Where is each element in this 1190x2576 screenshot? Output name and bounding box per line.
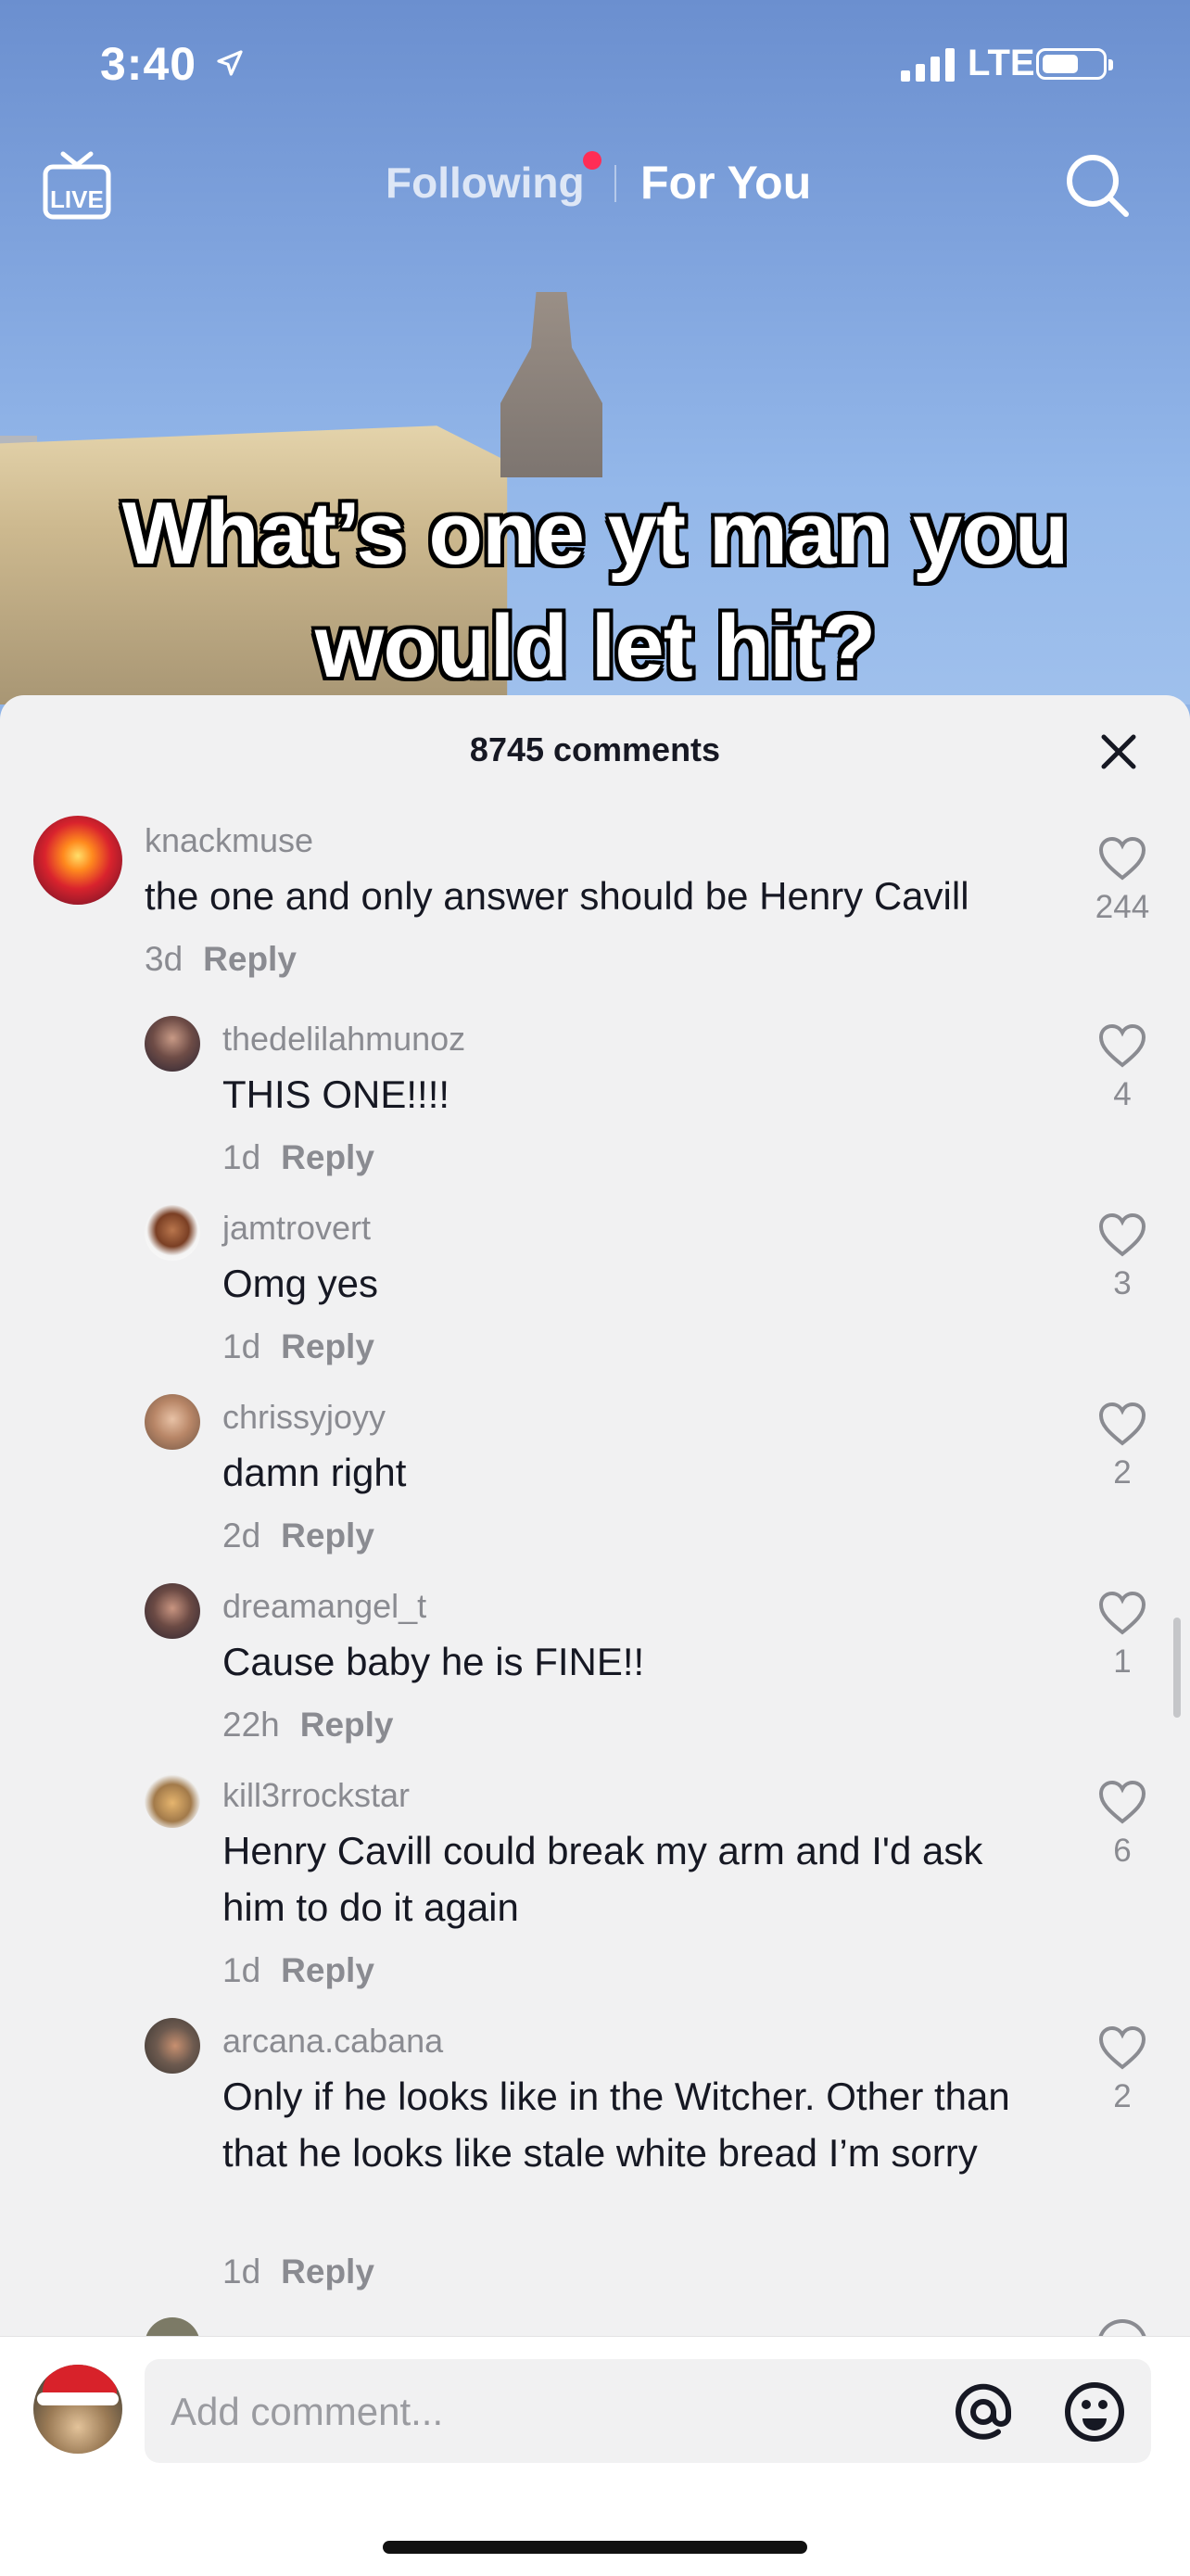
comment-text: THIS ONE!!!! (222, 1072, 450, 1116)
comment-age: 1d (222, 2252, 261, 2290)
comment-meta: 3d Reply (145, 940, 297, 979)
like-button[interactable]: 3 (1085, 1212, 1159, 1302)
reply-button[interactable]: Reply (203, 940, 297, 978)
comment-age: 2d (222, 1516, 261, 1554)
like-count: 2 (1113, 2078, 1132, 2114)
caption-line-2: would let hit? (314, 597, 877, 696)
like-button[interactable]: 244 (1085, 836, 1159, 926)
status-time: 3:40 (100, 38, 197, 90)
comment-username[interactable]: jamtrovert (222, 1209, 371, 1248)
comment-meta: 1d Reply (222, 1327, 374, 1366)
avatar[interactable] (145, 1394, 200, 1450)
heart-icon-partial (1097, 2319, 1147, 2336)
video-caption: What’s one yt man you would let hit? (0, 477, 1190, 704)
comment-age: 3d (145, 940, 184, 978)
comment-text: the one and only answer should be Henry … (145, 874, 969, 918)
battery-icon (1036, 48, 1113, 80)
heart-icon (1098, 1023, 1146, 1068)
comment-meta: 1d Reply (222, 1138, 374, 1177)
comments-list[interactable]: 8745 comments knackmuse the one and only… (0, 695, 1190, 2336)
heart-icon (1098, 836, 1146, 881)
heart-icon (1098, 1591, 1146, 1635)
video-tower (500, 292, 602, 477)
comment-meta: 22h Reply (222, 1706, 394, 1745)
notification-dot (583, 151, 601, 170)
avatar[interactable] (145, 2018, 200, 2074)
santa-hat (43, 2365, 117, 2396)
heart-icon (1098, 1402, 1146, 1446)
close-icon[interactable] (1095, 729, 1142, 775)
reply-button[interactable]: Reply (300, 1706, 394, 1744)
location-arrow-icon (215, 48, 245, 82)
comment-input[interactable]: Add comment... (145, 2359, 1151, 2463)
like-count: 244 (1095, 889, 1150, 925)
live-tv-icon[interactable]: LIVE (43, 150, 111, 225)
comment-username[interactable]: kill3rrockstar (222, 1776, 410, 1815)
comment-username[interactable]: thedelilahmunoz (222, 1020, 465, 1059)
like-button[interactable]: 4 (1085, 1023, 1159, 1113)
comments-sheet: 8745 comments knackmuse the one and only… (0, 695, 1190, 2575)
reply-button[interactable]: Reply (281, 1951, 374, 1989)
comment-meta: 1d Reply (222, 1951, 374, 1990)
emoji-icon[interactable] (1062, 2379, 1127, 2449)
comment-age: 1d (222, 1951, 261, 1989)
like-button[interactable]: 2 (1085, 2025, 1159, 2115)
like-count: 2 (1113, 1454, 1132, 1491)
reply-button[interactable]: Reply (281, 1327, 374, 1365)
heart-icon (1098, 1780, 1146, 1824)
reply-button[interactable]: Reply (281, 1138, 374, 1176)
like-button[interactable]: 6 (1085, 1780, 1159, 1870)
tab-following[interactable]: Following (386, 158, 585, 208)
comment-age: 22h (222, 1706, 280, 1744)
nav-divider (614, 165, 616, 202)
live-label: LIVE (50, 185, 104, 213)
like-count: 1 (1113, 1643, 1132, 1680)
reply-button[interactable]: Reply (281, 1516, 374, 1554)
mention-icon[interactable] (951, 2379, 1016, 2449)
comment-text: Cause baby he is FINE!! (222, 1640, 645, 1683)
comment-username[interactable]: dreamangel_t (222, 1587, 426, 1626)
like-count: 3 (1113, 1265, 1132, 1301)
avatar[interactable] (145, 1205, 200, 1261)
comment-text: damn right (222, 1451, 407, 1494)
comments-count-title: 8745 comments (469, 730, 721, 768)
comment-username[interactable]: chrissyjoyy (222, 1398, 386, 1437)
like-button[interactable]: 2 (1085, 1402, 1159, 1491)
heart-icon (1098, 2025, 1146, 2070)
scrollbar[interactable] (1173, 1618, 1181, 1718)
home-indicator[interactable] (383, 2541, 807, 2554)
comment-meta: 1d Reply (222, 2252, 374, 2291)
like-count: 6 (1113, 1833, 1132, 1869)
comment-composer: Add comment... (0, 2336, 1190, 2576)
comment-input-placeholder: Add comment... (171, 2390, 444, 2433)
heart-icon (1098, 1212, 1146, 1257)
avatar[interactable] (33, 816, 122, 905)
comment-text: Henry Cavill could break my arm and I'd … (222, 1829, 983, 1929)
caption-line-1: What’s one yt man you (121, 484, 1070, 583)
avatar[interactable] (145, 1772, 200, 1828)
comment-meta: 2d Reply (222, 1516, 374, 1555)
reply-button[interactable]: Reply (281, 2252, 374, 2290)
status-bar: 3:40 LTE (0, 0, 1190, 139)
like-button[interactable]: 1 (1085, 1591, 1159, 1681)
santa-hat-trim (37, 2392, 119, 2405)
avatar-partial[interactable] (145, 2317, 200, 2336)
network-label: LTE (968, 43, 1035, 83)
comment-username[interactable]: arcana.cabana (222, 2022, 443, 2061)
comment-text: Omg yes (222, 1262, 379, 1305)
comment-age: 1d (222, 1138, 261, 1176)
comment-age: 1d (222, 1327, 261, 1365)
comment-username[interactable]: knackmuse (145, 821, 313, 860)
signal-bars-icon (901, 48, 958, 86)
comment-text: Only if he looks like in the Witcher. Ot… (222, 2075, 1010, 2175)
my-avatar[interactable] (33, 2365, 122, 2454)
like-count: 4 (1113, 1076, 1132, 1112)
search-icon[interactable] (1064, 152, 1131, 223)
avatar[interactable] (145, 1016, 200, 1072)
avatar[interactable] (145, 1583, 200, 1639)
tab-for-you[interactable]: For You (640, 156, 811, 209)
